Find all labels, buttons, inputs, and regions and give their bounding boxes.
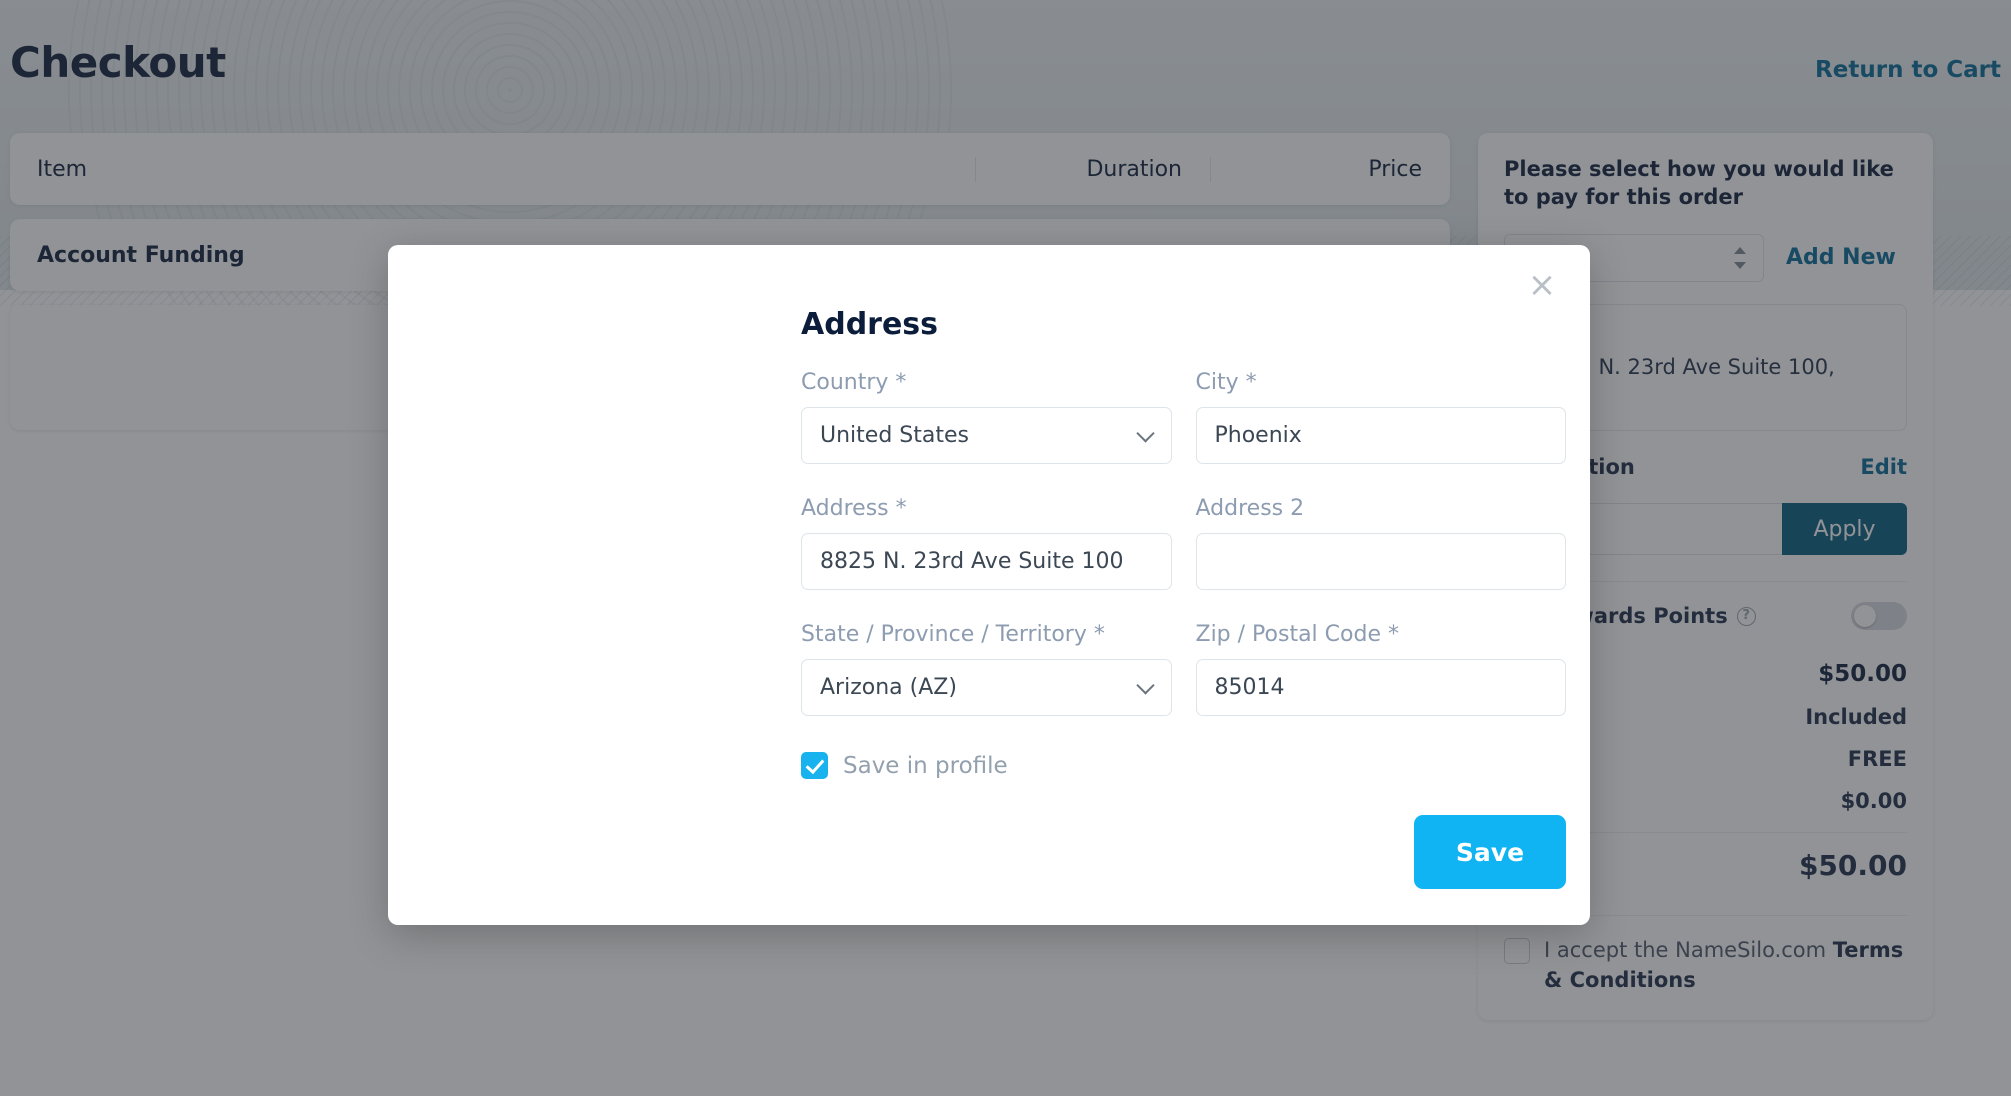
state-label: State / Province / Territory * xyxy=(801,622,1105,647)
close-icon[interactable]: × xyxy=(1520,263,1564,307)
zip-label: Zip / Postal Code * xyxy=(1195,622,1399,647)
address1-input[interactable] xyxy=(801,533,1172,590)
city-label: City * xyxy=(1195,370,1257,395)
save-in-profile-row: Save in profile xyxy=(801,752,1566,779)
save-in-profile-checkbox[interactable] xyxy=(801,752,828,779)
save-button[interactable]: Save xyxy=(1414,815,1566,889)
zip-input[interactable] xyxy=(1195,659,1566,716)
field-country: Country * United States xyxy=(801,370,1172,464)
field-city: City * xyxy=(1195,370,1566,464)
field-zip: Zip / Postal Code * xyxy=(1195,622,1566,716)
address-form: Country * United States City * Address * xyxy=(388,370,1590,889)
address2-label: Address 2 xyxy=(1195,496,1305,521)
state-select-wrap: Arizona (AZ) xyxy=(801,659,1172,716)
modal-title: Address xyxy=(801,307,939,342)
field-address1: Address * xyxy=(801,496,1172,590)
city-input[interactable] xyxy=(1195,407,1566,464)
address-form-grid: Country * United States City * Address * xyxy=(801,370,1566,748)
state-select[interactable]: Arizona (AZ) xyxy=(801,659,1172,716)
address1-label: Address * xyxy=(801,496,907,521)
modal-actions: Save xyxy=(801,815,1566,889)
country-select-wrap: United States xyxy=(801,407,1172,464)
field-state: State / Province / Territory * Arizona (… xyxy=(801,622,1172,716)
country-select[interactable]: United States xyxy=(801,407,1172,464)
address-modal: × Address Country * United States City * xyxy=(388,245,1590,925)
save-in-profile-label: Save in profile xyxy=(843,752,1008,779)
field-address2: Address 2 xyxy=(1195,496,1566,590)
country-label: Country * xyxy=(801,370,907,395)
address2-input[interactable] xyxy=(1195,533,1566,590)
